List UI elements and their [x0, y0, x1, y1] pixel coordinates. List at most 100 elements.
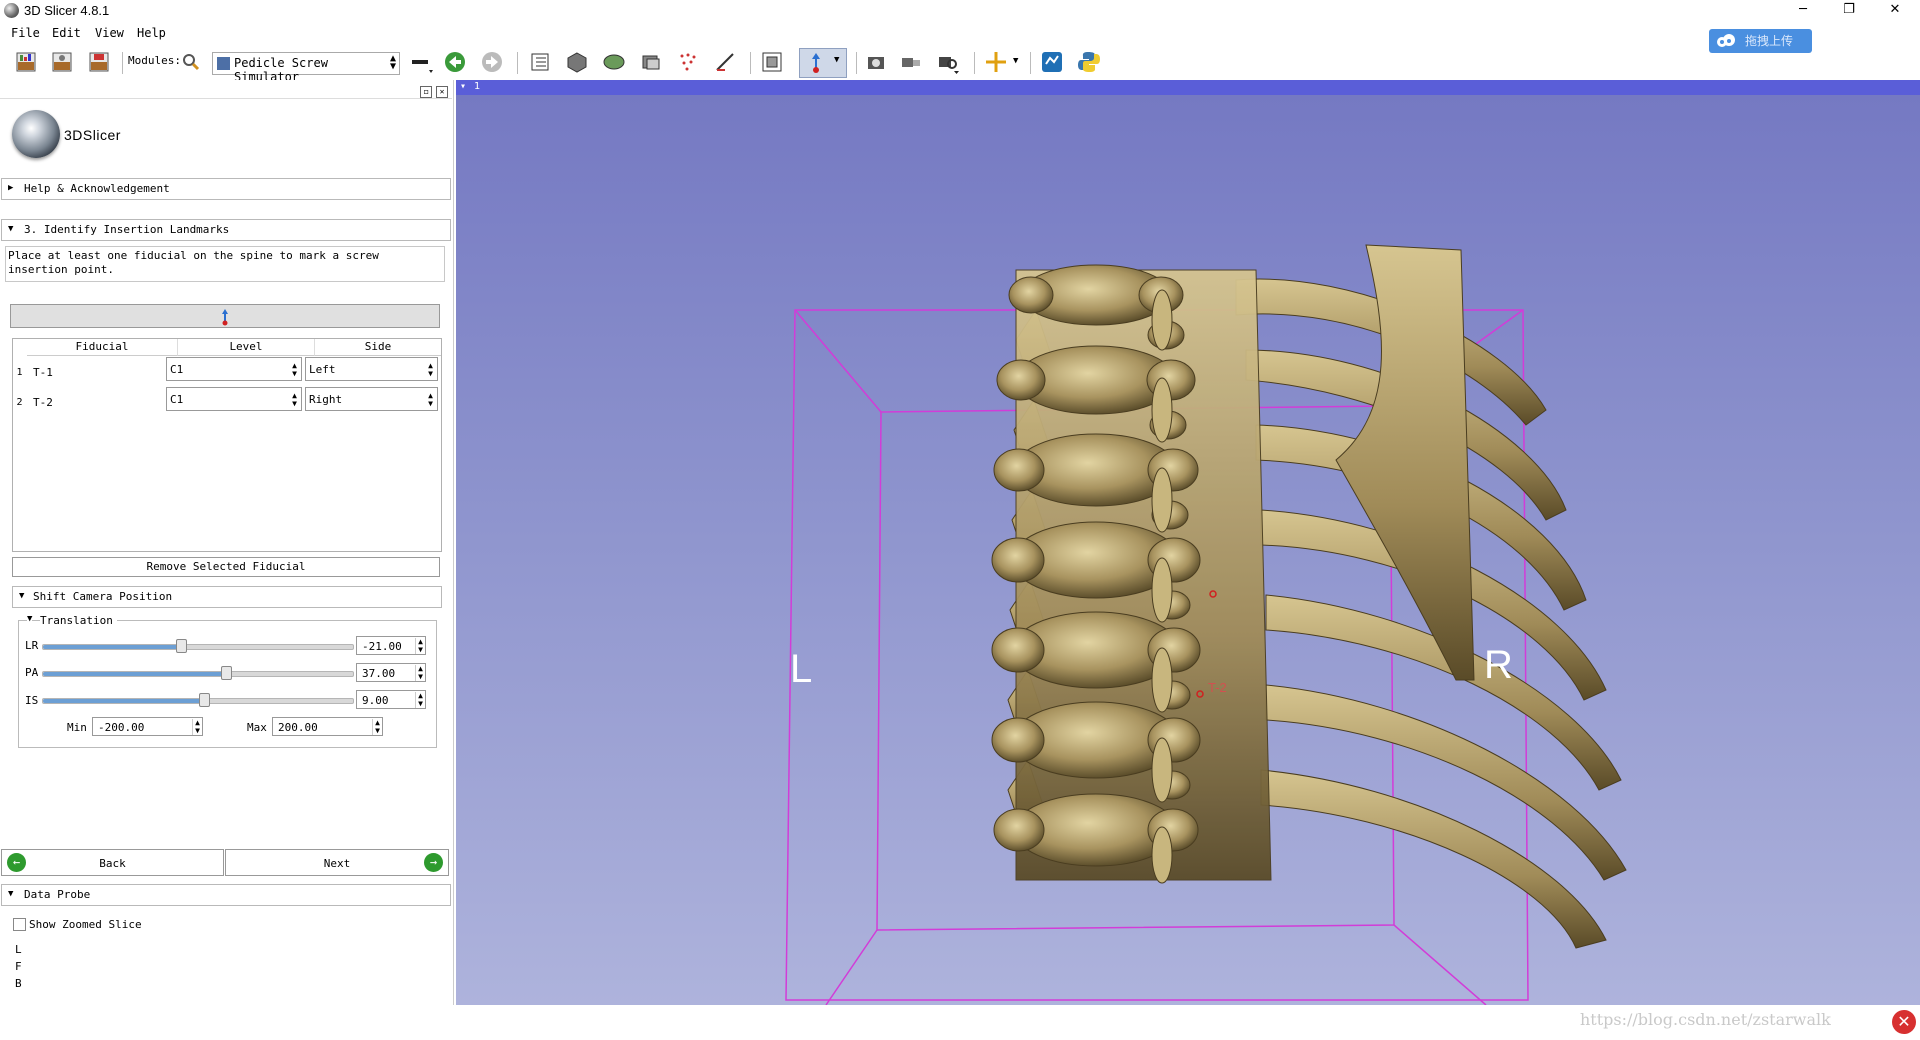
- scene-view-icon[interactable]: [899, 50, 923, 74]
- pin-icon[interactable]: ▾: [460, 81, 466, 92]
- save-icon[interactable]: [87, 50, 111, 74]
- volume-icon[interactable]: [639, 50, 663, 74]
- previous-module-icon[interactable]: [443, 50, 467, 74]
- next-module-icon[interactable]: [480, 50, 504, 74]
- data-load-icon[interactable]: [14, 50, 38, 74]
- collapse-arrow-icon: ▼: [8, 889, 14, 899]
- 3d-view-controller-bar[interactable]: ▾ 1: [456, 80, 1920, 95]
- side-value: Left: [309, 363, 336, 376]
- slicer-logo: [12, 110, 60, 158]
- lr-slider[interactable]: [42, 644, 354, 650]
- pa-label: PA: [25, 666, 39, 679]
- search-icon[interactable]: [182, 53, 200, 71]
- pa-spinbox[interactable]: 37.00 ▲ ▼: [356, 663, 426, 682]
- pa-slider-handle[interactable]: [220, 666, 232, 680]
- crosshair-chevron-icon[interactable]: ▼: [1013, 56, 1018, 66]
- left-orientation-marker: L: [790, 647, 813, 691]
- level-value: C1: [170, 363, 184, 376]
- show-zoomed-slice-label: Show Zoomed Slice: [29, 918, 142, 931]
- pa-slider[interactable]: [42, 671, 354, 677]
- brain-icon[interactable]: [602, 50, 626, 74]
- data-probe-section-header[interactable]: ▼ Data Probe: [1, 884, 451, 906]
- dicom-icon[interactable]: [50, 50, 74, 74]
- fiducial-table: Fiducial Level Side 1 T-1 C1 ▲ ▼ Left ▲ ▼ …: [12, 338, 442, 552]
- next-button[interactable]: Next →: [225, 849, 449, 876]
- shift-camera-section-header[interactable]: ▼ Shift Camera Position: [12, 586, 442, 608]
- max-label: Max: [247, 721, 267, 734]
- close-overlay-icon[interactable]: ✕: [1892, 1010, 1916, 1034]
- right-orientation-marker: R: [1484, 643, 1513, 687]
- is-slider-handle[interactable]: [198, 693, 210, 707]
- lr-value: -21.00: [362, 640, 402, 653]
- cube-icon[interactable]: [565, 50, 589, 74]
- fiducial-label-t2: T-2: [1208, 680, 1227, 695]
- probe-line-l: L: [15, 943, 22, 956]
- fiducial-place-icon: [812, 53, 820, 73]
- place-fiducial-button[interactable]: [10, 304, 440, 328]
- place-fiducial-toggle[interactable]: ▼: [799, 48, 847, 78]
- side-select[interactable]: Right ▲ ▼: [305, 387, 438, 411]
- markups-dots-icon[interactable]: [676, 50, 700, 74]
- fiducial-place-icon: [222, 309, 228, 326]
- back-label: Back: [99, 857, 126, 870]
- side-select[interactable]: Left ▲ ▼: [305, 357, 438, 381]
- undock-icon[interactable]: ◻: [420, 86, 432, 98]
- layout-icon[interactable]: [528, 50, 552, 74]
- logo-text: 3DSlicer: [64, 127, 121, 143]
- lr-spinbox[interactable]: -21.00 ▲ ▼: [356, 636, 426, 655]
- show-zoomed-slice-checkbox[interactable]: [13, 918, 26, 931]
- menu-view[interactable]: View: [95, 26, 124, 40]
- back-button[interactable]: ← Back: [1, 849, 224, 876]
- window-level-icon[interactable]: [760, 50, 784, 74]
- remove-selected-fiducial-button[interactable]: Remove Selected Fiducial: [12, 557, 440, 577]
- scene-view-dropdown-icon[interactable]: [936, 50, 960, 74]
- level-select[interactable]: C1 ▲ ▼: [166, 387, 302, 411]
- lr-slider-fill: [43, 645, 182, 649]
- max-spinbox[interactable]: 200.00 ▲ ▼: [272, 717, 383, 736]
- instructions-text: Place at least one fiducial on the spine…: [5, 246, 445, 282]
- lr-slider-handle[interactable]: [175, 639, 187, 653]
- close-window-button[interactable]: ✕: [1872, 0, 1918, 22]
- min-spinbox[interactable]: -200.00 ▲ ▼: [92, 717, 203, 736]
- minimize-button[interactable]: ─: [1780, 0, 1826, 22]
- menu-help[interactable]: Help: [137, 26, 166, 40]
- 3d-view[interactable]: T-2 L R: [456, 80, 1920, 1005]
- fiducial-name[interactable]: T-2: [33, 396, 53, 409]
- ruler-icon[interactable]: [713, 50, 737, 74]
- shift-camera-label: Shift Camera Position: [33, 590, 173, 603]
- spin-arrows-icon: ▲ ▼: [415, 692, 423, 708]
- module-icon: [217, 57, 230, 70]
- module-history-icon[interactable]: [409, 50, 433, 74]
- identify-section-header[interactable]: ▼ 3. Identify Insertion Landmarks: [1, 219, 451, 241]
- level-select[interactable]: C1 ▲ ▼: [166, 357, 302, 381]
- is-value: 9.00: [362, 694, 389, 707]
- translation-label: Translation: [40, 614, 117, 627]
- column-header-fiducial[interactable]: Fiducial: [27, 339, 178, 356]
- pa-value: 37.00: [362, 667, 396, 680]
- help-section-header[interactable]: ▶ Help & Acknowledgement: [1, 178, 451, 200]
- expand-arrow-icon: ▶: [8, 183, 14, 193]
- menu-bar: File Edit View Help: [0, 24, 1920, 44]
- column-header-side[interactable]: Side: [315, 339, 441, 356]
- pa-slider-fill: [43, 672, 227, 676]
- row-index: 1: [16, 367, 23, 378]
- extension-manager-icon[interactable]: [1040, 50, 1064, 74]
- collapse-arrow-icon[interactable]: ▼: [27, 614, 33, 624]
- module-selector[interactable]: Pedicle Screw Simulator ▲ ▼: [212, 52, 400, 84]
- spin-arrows-icon: ▲ ▼: [415, 665, 423, 681]
- screenshot-icon[interactable]: [864, 50, 888, 74]
- python-console-icon[interactable]: [1077, 50, 1101, 74]
- column-header-level[interactable]: Level: [178, 339, 315, 356]
- menu-file[interactable]: File: [11, 26, 40, 40]
- spine: [991, 264, 1272, 884]
- spin-arrows-icon: ▲ ▼: [192, 719, 200, 735]
- crosshair-icon[interactable]: [984, 50, 1008, 74]
- collapse-arrow-icon: ▼: [19, 591, 25, 601]
- maximize-button[interactable]: ❐: [1826, 0, 1872, 22]
- lr-label: LR: [25, 639, 39, 652]
- spin-arrows-icon: ▲ ▼: [292, 391, 297, 408]
- menu-edit[interactable]: Edit: [52, 26, 81, 40]
- fiducial-name[interactable]: T-1: [33, 366, 53, 379]
- is-spinbox[interactable]: 9.00 ▲ ▼: [356, 690, 426, 709]
- close-panel-icon[interactable]: ✕: [436, 86, 448, 98]
